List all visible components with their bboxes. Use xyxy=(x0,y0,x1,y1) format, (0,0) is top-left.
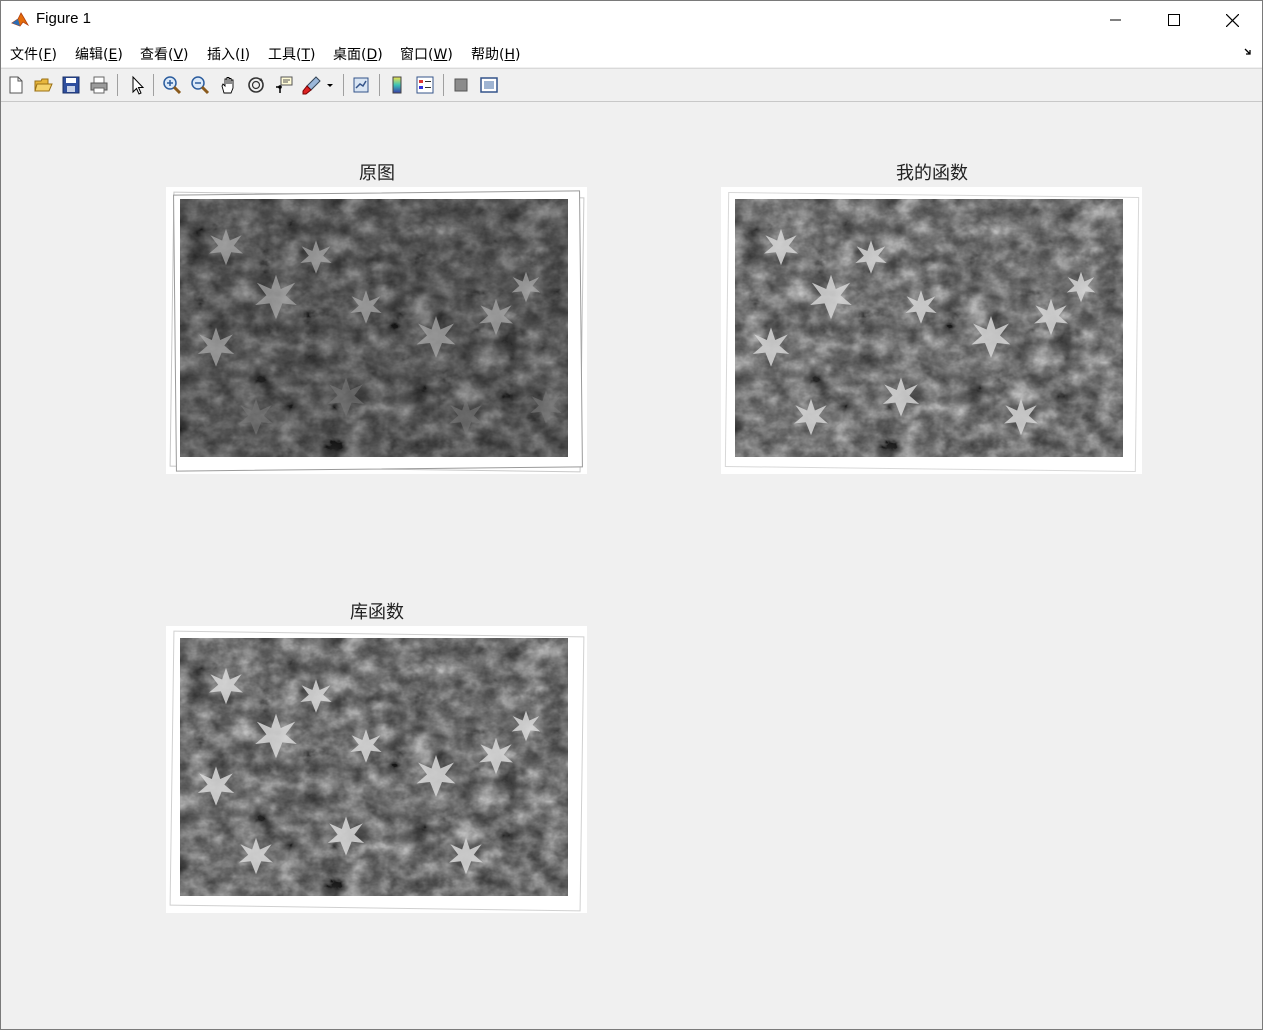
print-button[interactable] xyxy=(87,73,111,97)
menu-help[interactable]: 帮助(H) xyxy=(471,44,520,64)
zoom-out-button[interactable] xyxy=(188,73,212,97)
photo-frame-library-function xyxy=(166,626,587,913)
maximize-icon xyxy=(1168,14,1180,26)
legend-icon xyxy=(416,76,434,94)
colorbar-button[interactable] xyxy=(385,73,409,97)
save-icon xyxy=(62,76,80,94)
title-bar: Figure 1 xyxy=(1,1,1262,39)
dock-arrow-icon[interactable] xyxy=(1244,47,1254,57)
new-figure-icon xyxy=(9,76,23,94)
toolbar-separator xyxy=(443,74,444,96)
window-title: Figure 1 xyxy=(36,10,92,27)
toolbar-separator xyxy=(343,74,344,96)
data-cursor-button[interactable] xyxy=(272,73,296,97)
menu-view[interactable]: 查看(V) xyxy=(140,44,189,64)
hide-plot-tools-icon xyxy=(454,78,468,92)
zoom-out-icon xyxy=(191,76,210,95)
open-file-icon xyxy=(34,78,53,92)
toolbar-separator xyxy=(153,74,154,96)
subplot-title-my-function: 我的函数 xyxy=(896,163,968,184)
menu-window[interactable]: 窗口(W) xyxy=(400,44,453,64)
figure-window: Figure 1 文件(F) 编辑(E) 查看(V) 插入(I) 工具(T) 桌… xyxy=(0,0,1263,1030)
legend-button[interactable] xyxy=(413,73,437,97)
menu-tools[interactable]: 工具(T) xyxy=(268,44,316,64)
matlab-logo-icon xyxy=(10,10,30,30)
minimize-icon xyxy=(1110,19,1121,21)
figure-toolbar xyxy=(1,68,1262,102)
menu-desktop[interactable]: 桌面(D) xyxy=(333,44,383,64)
link-plot-button[interactable] xyxy=(349,73,373,97)
close-icon xyxy=(1225,13,1239,27)
data-cursor-icon xyxy=(276,76,293,93)
link-plot-icon xyxy=(353,77,369,93)
edit-plot-arrow-icon xyxy=(132,75,145,95)
brush-icon xyxy=(302,76,321,95)
chevron-down-icon xyxy=(327,84,333,87)
show-plot-tools-button[interactable] xyxy=(477,73,501,97)
menu-file[interactable]: 文件(F) xyxy=(10,44,57,64)
pan-button[interactable] xyxy=(216,73,240,97)
hide-plot-tools-button[interactable] xyxy=(449,73,473,97)
colorbar-icon xyxy=(392,76,402,94)
brush-dropdown[interactable] xyxy=(323,73,337,97)
photo-frame-my-function xyxy=(721,187,1142,474)
rotate-3d-button[interactable] xyxy=(244,73,268,97)
menu-edit[interactable]: 编辑(E) xyxy=(75,44,123,64)
menu-insert[interactable]: 插入(I) xyxy=(207,44,250,64)
rotate-3d-icon xyxy=(248,77,264,93)
new-figure-button[interactable] xyxy=(4,73,28,97)
subplot-title-original: 原图 xyxy=(359,163,395,184)
pan-hand-icon xyxy=(221,77,234,94)
print-icon xyxy=(90,76,108,94)
show-plot-tools-icon xyxy=(480,77,498,93)
zoom-in-button[interactable] xyxy=(160,73,184,97)
open-file-button[interactable] xyxy=(31,73,55,97)
photo-my-function xyxy=(721,187,1142,474)
save-button[interactable] xyxy=(59,73,83,97)
maximize-button[interactable] xyxy=(1145,1,1203,39)
edit-plot-button[interactable] xyxy=(125,73,149,97)
menu-bar: 文件(F) 编辑(E) 查看(V) 插入(I) 工具(T) 桌面(D) 窗口(W… xyxy=(1,39,1262,67)
photo-original xyxy=(166,187,587,474)
close-button[interactable] xyxy=(1203,1,1261,39)
photo-library-function xyxy=(166,626,587,913)
minimize-button[interactable] xyxy=(1087,1,1145,39)
photo-frame-original xyxy=(166,187,587,474)
toolbar-separator xyxy=(117,74,118,96)
brush-button[interactable] xyxy=(300,73,324,97)
zoom-in-icon xyxy=(163,76,182,95)
subplot-title-library-function: 库函数 xyxy=(350,602,404,623)
toolbar-separator xyxy=(379,74,380,96)
